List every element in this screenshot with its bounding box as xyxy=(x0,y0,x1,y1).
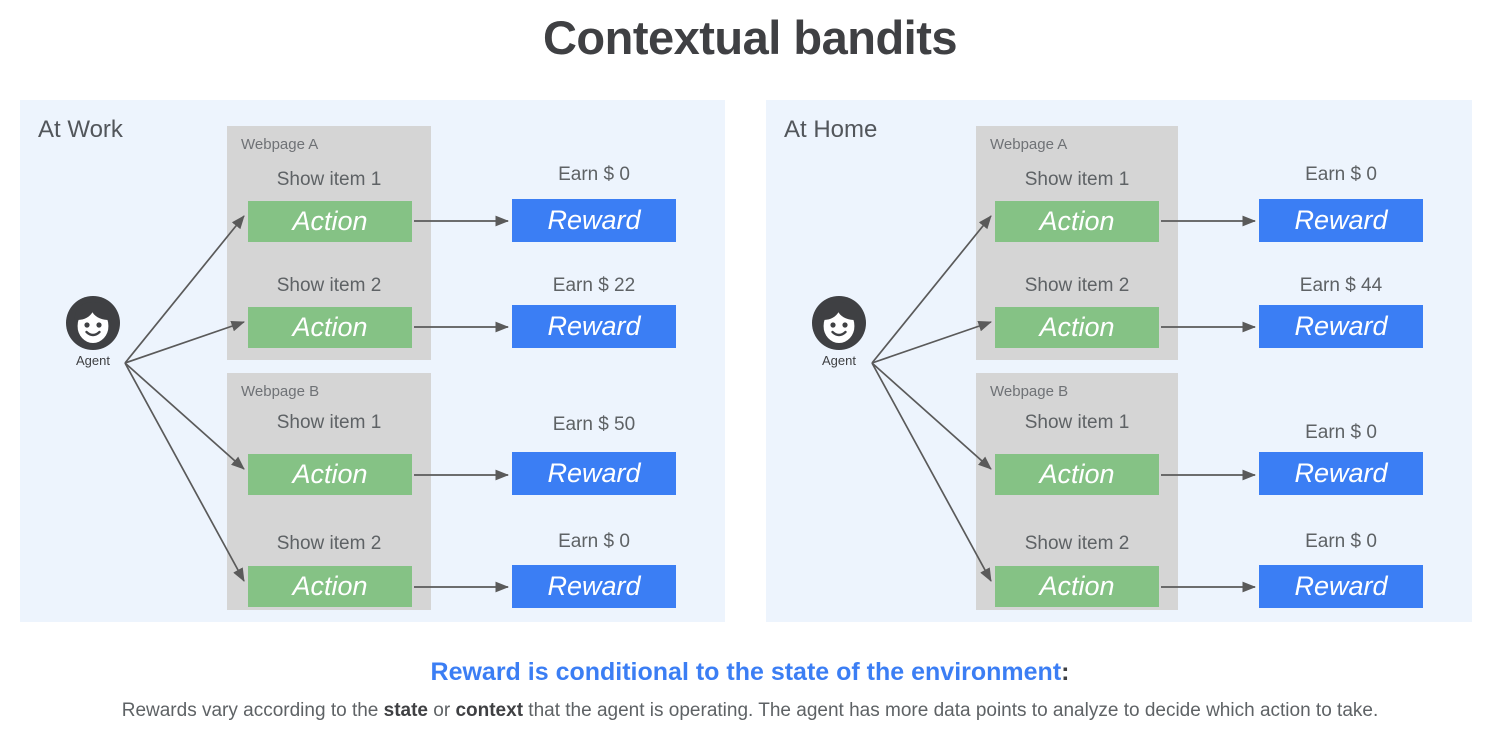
caption-headline-colon: : xyxy=(1061,658,1070,686)
earn-label-a1: Earn $ 0 xyxy=(558,164,630,185)
item-label-a2: Show item 2 xyxy=(1024,275,1130,296)
earn-label-b2: Earn $ 0 xyxy=(1305,531,1377,552)
earn-label-b1: Earn $ 50 xyxy=(552,414,636,435)
diagram-canvas: Contextual bandits At Work Agent Webpage… xyxy=(0,0,1500,746)
agent-label: Agent xyxy=(822,353,856,368)
earn-label-b2: Earn $ 0 xyxy=(558,531,630,552)
webpage-label: Webpage A xyxy=(990,136,1068,153)
earn-label-a1: Earn $ 0 xyxy=(1305,164,1377,185)
webpage-label: Webpage B xyxy=(990,383,1069,400)
page-title: Contextual bandits xyxy=(542,11,958,64)
caption-body-bold-state: state xyxy=(383,700,428,721)
item-label-a2: Show item 2 xyxy=(276,275,382,296)
action-box-a1[interactable]: Action xyxy=(248,201,412,242)
reward-box-a1[interactable]: Reward xyxy=(512,199,676,242)
earn-label-b1: Earn $ 0 xyxy=(1305,422,1377,443)
panel-at-home: At Home Agent Webpage A Show item 1 Acti… xyxy=(766,100,1472,622)
reward-box-b2[interactable]: Reward xyxy=(512,565,676,608)
item-label-a1: Show item 1 xyxy=(1024,169,1130,190)
action-box-a1[interactable]: Action xyxy=(995,201,1159,242)
reward-box-b2[interactable]: Reward xyxy=(1259,565,1423,608)
item-label-b2: Show item 2 xyxy=(1024,533,1130,554)
panel-at-work: At Work Agent Webpage A Show item 1 Acti… xyxy=(20,100,725,622)
caption-headline: Reward is conditional to the state of th… xyxy=(0,658,1500,687)
item-label-b2: Show item 2 xyxy=(276,533,382,554)
reward-box-a1[interactable]: Reward xyxy=(1259,199,1423,242)
reward-box-a2[interactable]: Reward xyxy=(512,305,676,348)
caption-body-part3: that the agent is operating. The agent h… xyxy=(523,700,1379,721)
panel-title-at-home: At Home xyxy=(784,116,878,143)
item-label-a1: Show item 1 xyxy=(276,169,382,190)
caption-body-part1: Rewards vary according to the xyxy=(121,700,384,721)
caption-body-bold-context: context xyxy=(455,700,524,721)
agent-at-home: Agent xyxy=(794,295,884,368)
reward-box-b1[interactable]: Reward xyxy=(512,452,676,495)
earn-label-a2: Earn $ 22 xyxy=(552,275,636,296)
caption-body-part2: or xyxy=(428,700,456,721)
caption-body: Rewards vary according to the state or c… xyxy=(0,700,1500,722)
agent-label: Agent xyxy=(76,353,110,368)
webpage-label: Webpage B xyxy=(241,383,320,400)
reward-box-a2[interactable]: Reward xyxy=(1259,305,1423,348)
agent-at-work: Agent xyxy=(48,295,138,368)
action-box-a2[interactable]: Action xyxy=(995,307,1159,348)
action-box-b2[interactable]: Action xyxy=(995,566,1159,607)
caption-headline-text: Reward is conditional to the state of th… xyxy=(430,658,1062,686)
reward-box-b1[interactable]: Reward xyxy=(1259,452,1423,495)
earn-label-a2: Earn $ 44 xyxy=(1299,275,1383,296)
webpage-label: Webpage A xyxy=(241,136,319,153)
action-box-b1[interactable]: Action xyxy=(995,454,1159,495)
item-label-b1: Show item 1 xyxy=(1024,412,1130,433)
panel-title-at-work: At Work xyxy=(38,116,123,143)
action-box-b2[interactable]: Action xyxy=(248,566,412,607)
agent-face-icon xyxy=(812,296,866,350)
action-box-a2[interactable]: Action xyxy=(248,307,412,348)
agent-face-icon xyxy=(66,296,120,350)
action-box-b1[interactable]: Action xyxy=(248,454,412,495)
item-label-b1: Show item 1 xyxy=(276,412,382,433)
